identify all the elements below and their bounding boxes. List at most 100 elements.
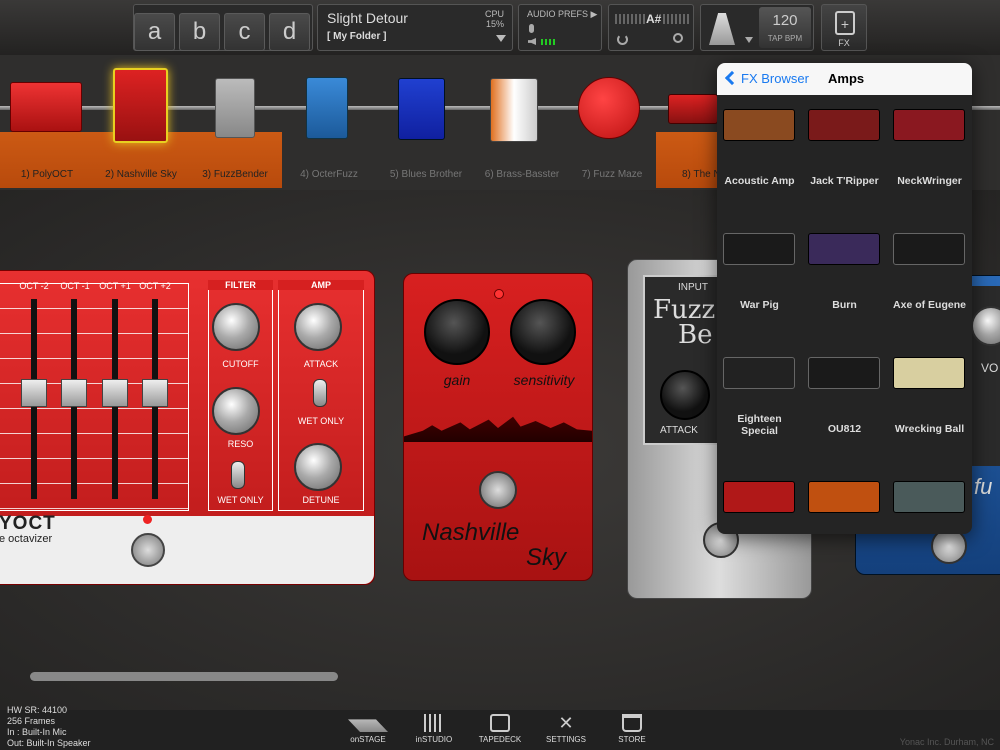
amp-item-acoustic-amp[interactable]: Acoustic Amp — [717, 95, 802, 219]
amp-thumbnail — [723, 233, 795, 265]
amp-item-burn[interactable]: Burn — [802, 219, 887, 343]
attack-knob[interactable] — [294, 303, 342, 351]
speaker-icon — [528, 38, 536, 45]
chain-slot-3[interactable]: 3) FuzzBender — [188, 132, 282, 188]
tempo-panel[interactable]: 120 TAP BPM — [700, 4, 814, 51]
amp-item-ou812[interactable]: OU812 — [802, 343, 887, 467]
amp-thumbnail — [808, 481, 880, 513]
tab-onstage[interactable]: onSTAGE — [338, 710, 398, 750]
polyoct-pedal[interactable]: OCT -2 OCT -1 OCT +1 OCT +2 FILTER CUTOF… — [0, 270, 375, 585]
nashville-sky-thumbnail[interactable] — [113, 68, 168, 143]
tuner-panel[interactable]: A# — [608, 4, 694, 51]
the-nazz-thumbnail[interactable] — [668, 94, 718, 124]
fuzzbender-title-line2: Be — [678, 320, 713, 350]
audio-prefs-label: AUDIO PREFS ▶ — [527, 9, 598, 19]
chevron-down-icon — [496, 35, 506, 42]
amp-item-eighteen-special[interactable]: Eighteen Special — [717, 343, 802, 467]
tap-bpm-label: TAP BPM — [767, 34, 803, 43]
amp-thumbnail — [893, 233, 965, 265]
nashville-name-line2: Sky — [526, 544, 567, 571]
preset-button-c[interactable]: c — [224, 13, 265, 51]
amp-item-neckwringer[interactable]: NeckWringer — [887, 95, 972, 219]
tap-tempo-button[interactable]: 120 TAP BPM — [759, 7, 811, 48]
metronome-icon[interactable] — [709, 13, 735, 45]
oct-plus-2-slider[interactable] — [142, 299, 168, 499]
amp-thumbnail — [808, 109, 880, 141]
fx-label: FX — [838, 38, 850, 48]
skyline-graphic — [404, 416, 592, 442]
preset-button-a[interactable]: a — [134, 13, 175, 51]
fuzzbender-attack-knob[interactable] — [660, 370, 710, 420]
cutoff-knob[interactable] — [212, 303, 260, 351]
fuzzbender-thumbnail[interactable] — [215, 78, 255, 138]
mixer-icon — [424, 714, 444, 732]
chain-slot-label: 3) FuzzBender — [202, 169, 268, 180]
metronome-dropdown-icon[interactable] — [745, 37, 753, 43]
amp-wet-only-label: WET ONLY — [297, 416, 345, 426]
chain-slot-4[interactable]: 4) OcterFuzz — [282, 132, 376, 188]
oct-plus-1-slider[interactable] — [102, 299, 128, 499]
amp-thumbnail — [808, 233, 880, 265]
tab-label: STORE — [618, 735, 646, 744]
preset-button-b[interactable]: b — [179, 13, 220, 51]
tab-settings[interactable]: ✕ SETTINGS — [536, 710, 596, 750]
blues-brother-thumbnail[interactable] — [398, 78, 445, 140]
amp-item-wrecking-ball[interactable]: Wrecking Ball — [887, 343, 972, 467]
octerfuzz-thumbnail[interactable] — [306, 77, 348, 139]
amp-thumbnail — [893, 481, 965, 513]
chain-slot-label: 6) Brass-Basster — [484, 169, 560, 180]
amp-name: Jack T'Ripper — [810, 175, 879, 187]
right-pedal-label: VO — [981, 361, 999, 375]
tab-tapedeck[interactable]: TAPEDECK — [470, 710, 530, 750]
chain-slot-7[interactable]: 7) Fuzz Maze — [568, 132, 656, 188]
preset-button-group: a b c d — [133, 4, 313, 51]
fx-browser-popover: FX Browser Amps Acoustic Amp Jack T'Ripp… — [717, 63, 972, 534]
nashville-name-line1: Nashville — [422, 519, 520, 546]
amp-item-jack-tripper[interactable]: Jack T'Ripper — [802, 95, 887, 219]
nashville-led — [494, 289, 504, 299]
amp-name: NeckWringer — [897, 175, 962, 187]
preset-button-d[interactable]: d — [269, 13, 310, 51]
nashville-sky-pedal[interactable]: gain sensitivity Nashville Sky — [403, 273, 593, 581]
chain-slot-label: 4) OcterFuzz — [300, 169, 358, 180]
amp-item-war-pig[interactable]: War Pig — [717, 219, 802, 343]
preset-selector[interactable]: Slight Detour [ My Folder ] CPU 15% — [317, 4, 513, 51]
amp-item-row4-2[interactable] — [802, 467, 887, 534]
fuzz-maze-thumbnail[interactable] — [578, 77, 640, 139]
amp-item-row4-3[interactable] — [887, 467, 972, 534]
status-line-4: Out: Built-In Speaker — [7, 738, 91, 748]
power-icon[interactable] — [617, 34, 628, 45]
zoom-icon[interactable] — [673, 33, 683, 43]
back-button[interactable]: FX Browser — [723, 63, 809, 95]
oct-minus-1-slider[interactable] — [61, 299, 87, 499]
oct-minus-2-slider[interactable] — [21, 299, 47, 499]
amp-wet-only-toggle[interactable] — [313, 379, 327, 407]
amp-item-row4-1[interactable] — [717, 467, 802, 534]
chevron-left-icon — [724, 70, 740, 86]
audio-prefs-panel[interactable]: AUDIO PREFS ▶ — [518, 4, 602, 51]
gain-knob[interactable] — [424, 299, 490, 365]
tab-store[interactable]: STORE — [602, 710, 662, 750]
amp-item-axe-of-eugene[interactable]: Axe of Eugene — [887, 219, 972, 343]
popover-title: Amps — [828, 71, 865, 86]
status-line-1: HW SR: 44100 — [7, 705, 68, 715]
chain-slot-8[interactable]: 8) The Nazz — [656, 132, 720, 188]
nashville-footswitch[interactable] — [479, 471, 517, 509]
chain-slot-5[interactable]: 5) Blues Brother — [376, 132, 476, 188]
reso-knob[interactable] — [212, 387, 260, 435]
amp-name: War Pig — [740, 299, 779, 311]
tab-instudio[interactable]: inSTUDIO — [404, 710, 464, 750]
filter-wet-only-toggle[interactable] — [231, 461, 245, 489]
fx-button[interactable]: + FX — [821, 4, 867, 51]
detune-knob[interactable] — [294, 443, 342, 491]
polyoct-thumbnail[interactable] — [10, 82, 82, 132]
chain-slot-label: 7) Fuzz Maze — [581, 169, 643, 180]
tempo-bpm: 120 — [772, 12, 798, 29]
chain-slot-1[interactable]: 1) PolyOCT — [0, 132, 94, 188]
polyoct-footswitch[interactable] — [131, 533, 165, 567]
pedalboard-scrollbar[interactable] — [30, 672, 338, 681]
top-toolbar: a b c d Slight Detour [ My Folder ] CPU … — [0, 0, 1000, 55]
brass-basster-thumbnail[interactable] — [490, 78, 538, 142]
sensitivity-knob[interactable] — [510, 299, 576, 365]
cart-icon — [622, 714, 642, 732]
